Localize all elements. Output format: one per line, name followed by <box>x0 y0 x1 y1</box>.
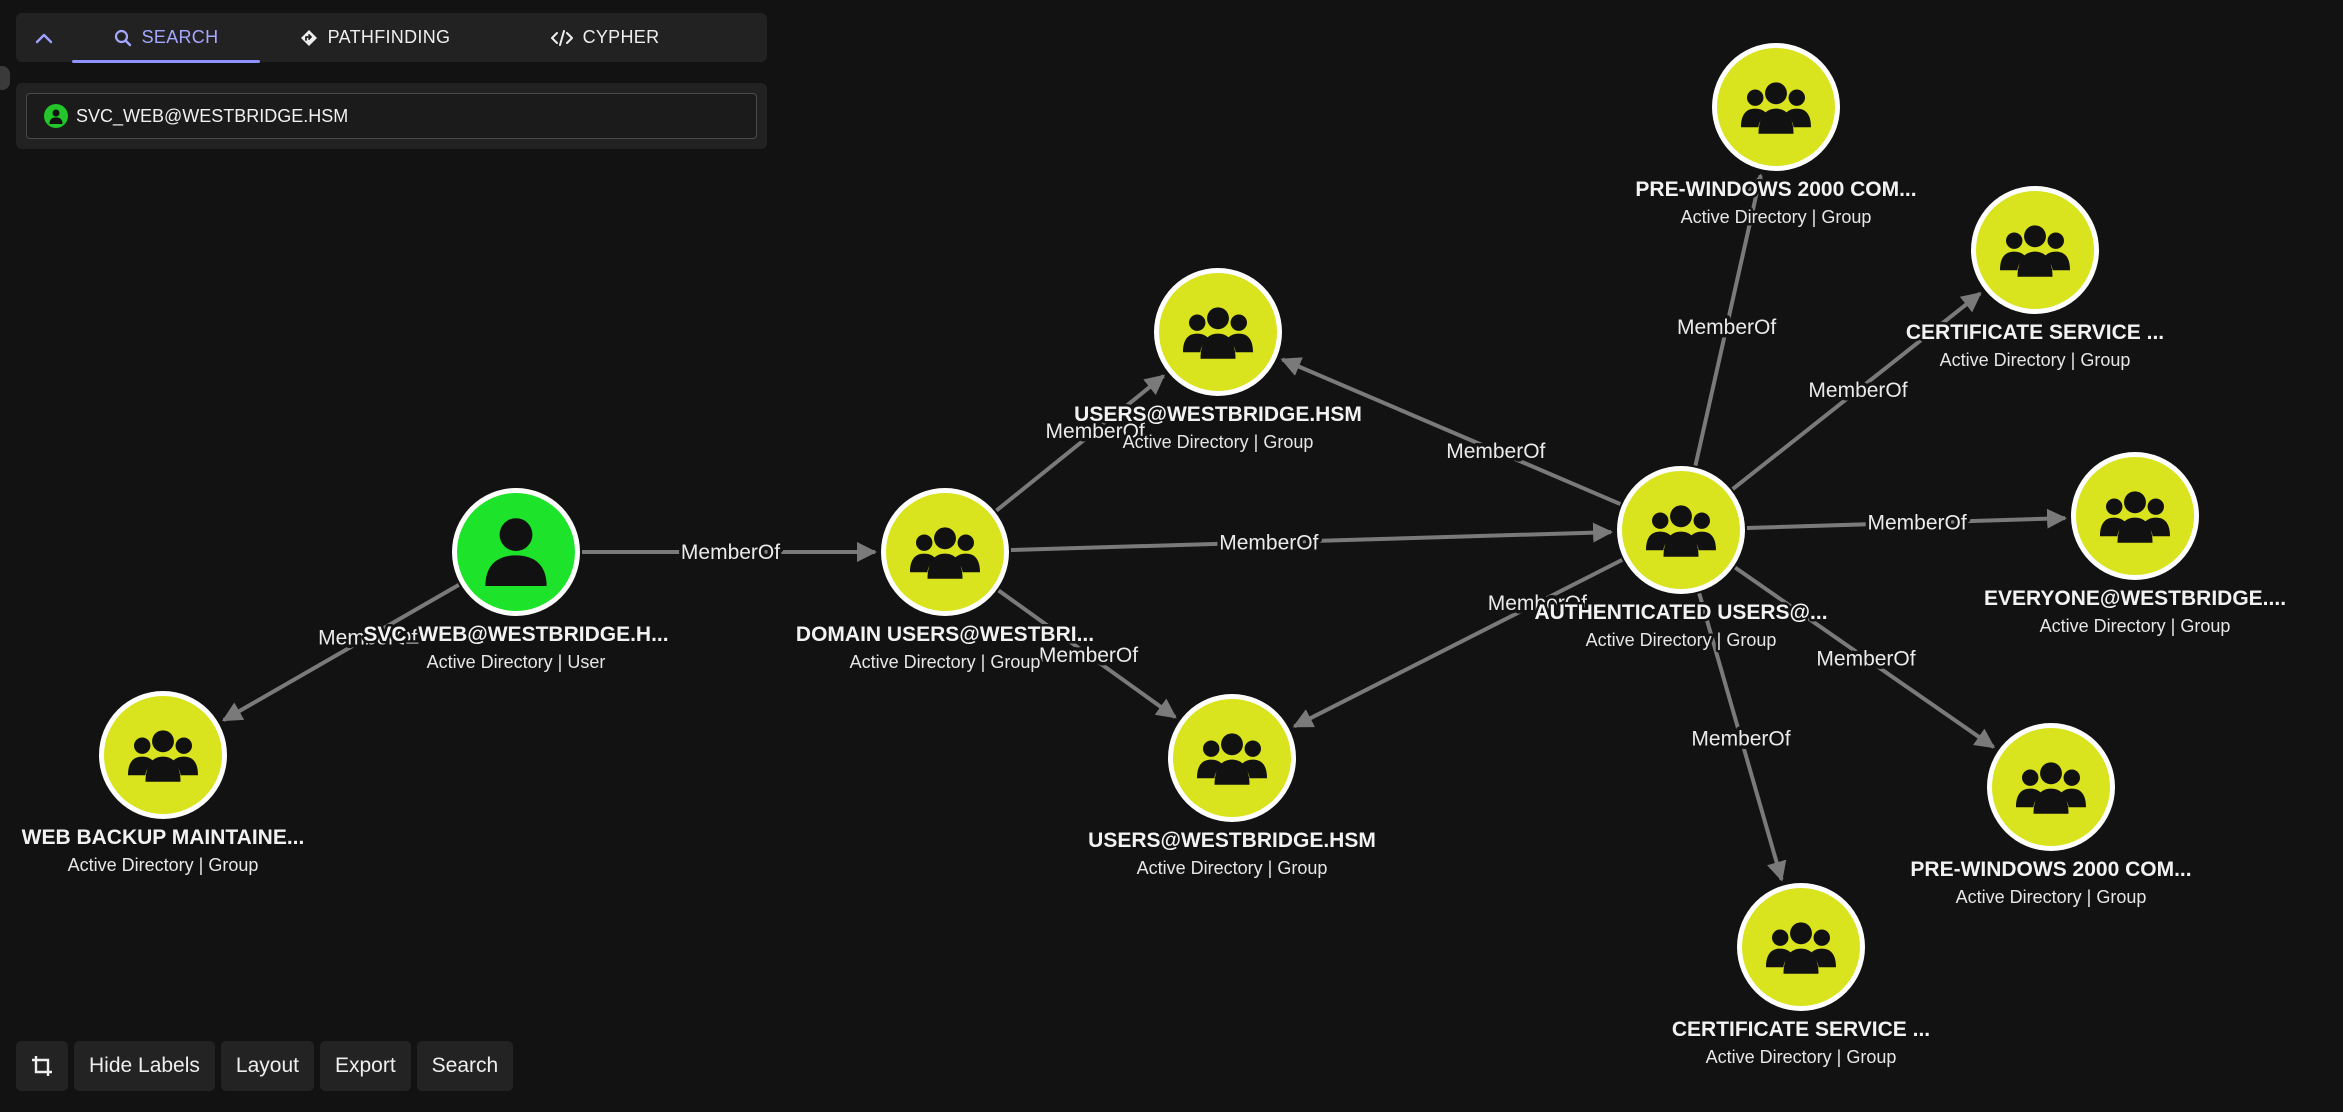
node-circle[interactable] <box>1992 728 2110 846</box>
edge-line[interactable] <box>221 583 460 722</box>
node-domain-users[interactable]: DOMAIN USERS@WESTBRI... Active Directory … <box>793 488 1097 675</box>
node-type: Active Directory | Group <box>1706 1047 1897 1067</box>
graph-canvas[interactable]: MemberOf MemberOf MemberOf MemberOf MemberOf… <box>0 0 2343 1112</box>
node-cert-bottom[interactable]: CERTIFICATE SERVICE ... Active Directory … <box>1669 883 1933 1070</box>
node-prewin-top[interactable]: PRE-WINDOWS 2000 COM... Active Directory … <box>1633 43 1919 230</box>
collapse-panel-button[interactable] <box>16 13 72 62</box>
tab-pathfinding[interactable]: PATHFINDING <box>260 13 490 62</box>
node-circle[interactable] <box>1159 273 1277 391</box>
node-type: Active Directory | Group <box>850 652 1041 672</box>
edge-label: MemberOf <box>1808 379 1907 402</box>
search-panel: SVC_WEB@WESTBRIDGE.HSM <box>16 83 767 149</box>
tab-cypher-label: CYPHER <box>582 27 660 47</box>
edge-label: MemberOf <box>1677 316 1776 339</box>
node-name: PRE-WINDOWS 2000 COM... <box>1910 858 2191 881</box>
tab-search[interactable]: SEARCH <box>72 13 260 63</box>
user-avatar-icon <box>44 104 68 128</box>
node-circle[interactable] <box>1622 471 1740 589</box>
edge-label: MemberOf <box>1816 648 1915 671</box>
node-web-backup[interactable]: WEB BACKUP MAINTAINE... Active Directory … <box>19 691 307 878</box>
hide-labels-button[interactable]: Hide Labels <box>74 1041 215 1091</box>
node-users-top[interactable]: USERS@WESTBRIDGE.HSM Active Directory | G… <box>1072 268 1364 455</box>
node-type: Active Directory | Group <box>1137 858 1328 878</box>
node-type: Active Directory | Group <box>1586 630 1777 650</box>
sidebar-toggle-handle[interactable] <box>0 66 10 90</box>
crop-button[interactable] <box>16 1041 68 1091</box>
tab-pathfinding-label: PATHFINDING <box>327 27 451 47</box>
search-input[interactable]: SVC_WEB@WESTBRIDGE.HSM <box>26 93 757 139</box>
node-circle[interactable] <box>457 493 575 611</box>
node-type: Active Directory | Group <box>1123 432 1314 452</box>
node-auth-users[interactable]: AUTHENTICATED USERS@... Active Directory … <box>1532 466 1830 653</box>
node-circle[interactable] <box>2076 457 2194 575</box>
node-circle[interactable] <box>104 696 222 814</box>
search-input-value: SVC_WEB@WESTBRIDGE.HSM <box>76 105 349 126</box>
node-circle[interactable] <box>1742 888 1860 1006</box>
edge-memberof[interactable]: MemberOf <box>1734 566 1996 749</box>
export-button[interactable]: Export <box>319 1041 411 1091</box>
chevron-up-icon <box>35 33 53 43</box>
node-name: EVERYONE@WESTBRIDGE.... <box>1984 587 2286 610</box>
node-circle[interactable] <box>1717 48 1835 166</box>
tab-search-label: SEARCH <box>141 27 219 47</box>
edge-memberof[interactable]: MemberOf <box>221 583 460 722</box>
edge-line[interactable] <box>1292 558 1624 729</box>
edge-line[interactable] <box>1280 357 1622 506</box>
search-icon <box>114 29 131 46</box>
node-type: Active Directory | Group <box>68 855 259 875</box>
node-prewin-bottom[interactable]: PRE-WINDOWS 2000 COM... Active Directory … <box>1908 723 2194 910</box>
edge-memberof[interactable]: MemberOf <box>1010 522 1614 558</box>
node-name: PRE-WINDOWS 2000 COM... <box>1635 178 1916 201</box>
code-icon <box>550 29 573 46</box>
crop-icon <box>32 1056 52 1076</box>
edge-memberof[interactable]: MemberOf <box>1746 508 2068 538</box>
node-type: Active Directory | Group <box>1940 350 2131 370</box>
node-name: SVC_WEB@WESTBRIDGE.H... <box>363 623 668 646</box>
node-cert-right[interactable]: CERTIFICATE SERVICE ... Active Directory … <box>1903 186 2167 373</box>
node-everyone[interactable]: EVERYONE@WESTBRIDGE.... Active Directory … <box>1981 452 2289 639</box>
node-circle[interactable] <box>886 493 1004 611</box>
node-name: CERTIFICATE SERVICE ... <box>1906 321 2164 344</box>
edge-label: MemberOf <box>1867 512 1966 535</box>
edge-memberof[interactable]: MemberOf <box>1292 558 1624 729</box>
node-type: Active Directory | Group <box>2040 616 2231 636</box>
graph-toolbar: Hide Labels Layout Export Search <box>16 1041 514 1091</box>
edge-label: MemberOf <box>1219 531 1318 554</box>
search-button[interactable]: Search <box>416 1041 514 1091</box>
node-name: USERS@WESTBRIDGE.HSM <box>1074 403 1362 426</box>
node-users-bottom[interactable]: USERS@WESTBRIDGE.HSM Active Directory | G… <box>1086 694 1378 881</box>
node-name: DOMAIN USERS@WESTBRI... <box>796 623 1094 646</box>
node-name: USERS@WESTBRIDGE.HSM <box>1088 829 1376 852</box>
edge-label: MemberOf <box>1039 644 1138 667</box>
tab-cypher[interactable]: CYPHER <box>490 13 720 62</box>
node-circle[interactable] <box>1976 191 2094 309</box>
edge-memberof[interactable]: MemberOf <box>582 538 877 568</box>
node-type: Active Directory | User <box>427 652 606 672</box>
node-name: WEB BACKUP MAINTAINE... <box>22 826 305 849</box>
edge-label: MemberOf <box>1691 728 1790 751</box>
node-name: CERTIFICATE SERVICE ... <box>1672 1018 1930 1041</box>
node-type: Active Directory | Group <box>1956 887 2147 907</box>
node-type: Active Directory | Group <box>1681 207 1872 227</box>
edge-label: MemberOf <box>681 541 780 564</box>
node-svc-web[interactable]: SVC_WEB@WESTBRIDGE.H... Active Directory … <box>361 488 671 675</box>
directions-icon <box>300 29 317 46</box>
node-circle[interactable] <box>1173 699 1291 817</box>
edge-label: MemberOf <box>1446 440 1545 463</box>
edge-memberof[interactable]: MemberOf <box>1280 357 1622 506</box>
search-mode-tabs: SEARCH PATHFINDING CYPHER <box>16 13 767 63</box>
node-name: AUTHENTICATED USERS@... <box>1534 601 1827 624</box>
layout-button[interactable]: Layout <box>220 1041 314 1091</box>
